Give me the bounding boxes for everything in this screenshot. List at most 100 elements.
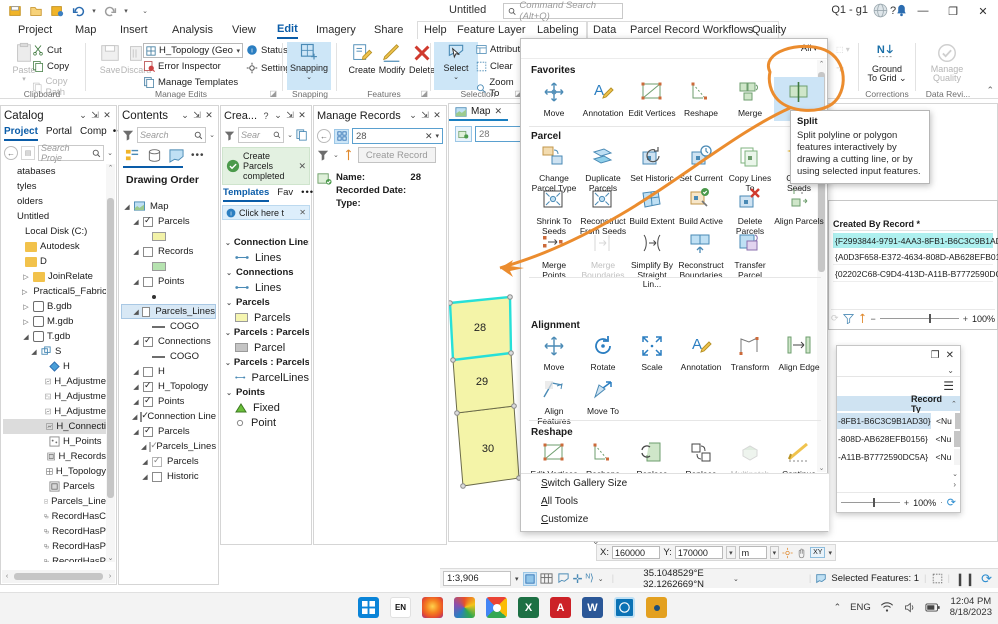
expand-arrow-icon[interactable]: ◢ — [132, 368, 140, 376]
y-input[interactable]: 170000 — [674, 546, 724, 559]
battery-icon[interactable] — [925, 601, 941, 614]
template-group-header[interactable]: ⌄ Connections — [223, 265, 309, 280]
table2-zoom-in-icon[interactable]: + — [904, 498, 909, 508]
table-row[interactable]: {F2993844-9791-4AA3-8FB1-B6C3C9B1AD30} — [833, 233, 998, 248]
catalog-tree-item[interactable]: H_Adjustme — [3, 404, 106, 419]
manage-templates-button[interactable]: Manage Templates — [143, 76, 238, 88]
attribute-table-2-close-icon[interactable]: ✕ — [946, 350, 954, 361]
list-by-data-source-icon[interactable] — [147, 148, 162, 163]
table-zoom-in-icon[interactable]: + — [963, 314, 968, 324]
catalog-close-icon[interactable]: ✕ — [101, 110, 113, 121]
catalog-hscroll-thumb[interactable] — [14, 573, 103, 580]
gallery-item-transfer-parcel[interactable]: Transfer Parcel — [725, 231, 775, 280]
attribute-table-2-scroll-down-icon[interactable]: ⌄ — [952, 470, 958, 478]
create-features-close-icon[interactable]: ✕ — [296, 110, 308, 121]
gallery-item-align-features[interactable]: Align Features — [529, 377, 579, 426]
topology-combo[interactable]: H_Topology (Geod ▾ — [143, 43, 243, 58]
table-row[interactable]: -A11B-B7772590DC5A} <Nu — [837, 449, 960, 465]
add-crosshair-icon[interactable]: ✛ — [573, 572, 583, 586]
manage-records-record-combo[interactable]: 28 ✕ ▾ — [352, 128, 443, 144]
restore-button[interactable]: ❐ — [938, 0, 968, 22]
template-group-header[interactable]: ⌄ Points — [223, 385, 309, 400]
contents-layer-item[interactable]: ◢ Connections — [121, 334, 216, 349]
contents-layer-item[interactable]: ◢ Points — [121, 274, 216, 289]
layer-checkbox[interactable] — [140, 410, 149, 422]
catalog-tree-item[interactable]: atabases — [3, 164, 106, 179]
catalog-tab-computer[interactable]: Comp — [80, 126, 107, 141]
layer-checkbox[interactable] — [143, 366, 153, 377]
filter-icon[interactable] — [317, 149, 329, 161]
expand-arrow-icon[interactable]: ◢ — [132, 278, 140, 286]
xy-mode-dropdown-icon[interactable]: ▾ — [828, 549, 832, 557]
gallery-scroll-up-icon[interactable]: ⌃ — [817, 60, 826, 68]
attribute-table-2-scroll-up-icon[interactable]: ⌃ — [951, 400, 960, 408]
manage-templates-panel-icon[interactable] — [296, 129, 308, 141]
catalog-tree-item[interactable]: H_Topology — [3, 464, 106, 479]
chrome-icon[interactable] — [486, 597, 507, 618]
wifi-icon[interactable] — [880, 600, 894, 614]
gallery-item-move-to[interactable]: Move To — [578, 377, 628, 417]
gallery-item-edit-vertices[interactable]: Edit Vertices — [627, 79, 677, 119]
catalog-scroll-right-icon[interactable]: › — [105, 573, 115, 580]
contents-search-input[interactable]: Search — [137, 127, 207, 143]
pan-hand-icon[interactable] — [796, 547, 807, 559]
table-row[interactable]: -808D-AB628EFB0156} <Nu — [837, 431, 960, 447]
template-item[interactable]: Lines — [223, 250, 309, 265]
chevron-down-icon[interactable]: ⌄ — [225, 329, 231, 337]
create-record-button[interactable]: Create Record — [357, 147, 436, 163]
gallery-filter-label[interactable]: All — [801, 43, 812, 54]
catalog-tab-project[interactable]: Project — [4, 126, 38, 141]
gallery-item-copy-lines-to[interactable]: Copy Lines To — [725, 144, 775, 193]
units-value[interactable]: m — [738, 546, 767, 559]
contents-more-icon[interactable]: ••• — [191, 150, 205, 161]
language-icon[interactable]: EN — [390, 597, 411, 618]
firefox-icon[interactable] — [422, 597, 443, 618]
redo-dropdown-icon[interactable]: ▾ — [122, 7, 130, 15]
customize-qat-icon[interactable]: ⌄ — [141, 7, 149, 15]
contents-close-icon[interactable]: ✕ — [203, 110, 215, 121]
grid-toggle-icon[interactable] — [539, 572, 553, 585]
copy-button[interactable]: Copy — [32, 60, 69, 72]
table2-zoom-slider[interactable] — [841, 498, 900, 507]
open-icon[interactable] — [27, 2, 45, 20]
catalog-search-dropdown-icon[interactable]: ⌄ — [107, 149, 113, 157]
catalog-tree-item[interactable]: Untitled — [3, 209, 106, 224]
gallery-item-build-active[interactable]: Build Active — [676, 187, 726, 227]
tray-expand-icon[interactable]: ⌃ — [834, 602, 842, 613]
tab-imagery[interactable]: Imagery — [316, 21, 356, 39]
ground-to-grid-button[interactable]: N Ground To Grid ⌄ — [863, 42, 911, 90]
contents-layer-item[interactable]: ◢ Points — [121, 394, 216, 409]
catalog-tree-item[interactable]: Parcels_Line — [3, 494, 106, 509]
map-tab[interactable]: Map ✕ — [449, 104, 508, 121]
manage-edits-dialog-launcher[interactable]: ◪ — [269, 89, 277, 98]
chevron-down-icon[interactable]: ⌄ — [225, 389, 233, 397]
template-group-header[interactable]: ⌄Parcels : Parcels_Lin — [223, 355, 309, 370]
template-item[interactable]: Lines — [223, 280, 309, 295]
edit-tools-gallery[interactable]: All ▾ ⌃ ⌄ Favorites Move A Annotation Ed… — [520, 38, 829, 532]
expand-arrow-icon[interactable]: ◢ — [141, 443, 146, 451]
gallery-item-annotation[interactable]: A Annotation — [578, 79, 628, 119]
list-by-selection-icon[interactable] — [169, 148, 184, 163]
expand-arrow-icon[interactable]: ◢ — [133, 308, 139, 316]
attribute-table-2-expand-icon[interactable]: ⌄ — [947, 366, 954, 375]
layer-checkbox[interactable] — [143, 380, 153, 392]
catalog-scroll-up-icon[interactable]: ⌃ — [106, 164, 115, 172]
contents-tree[interactable]: ◢ Map ◢ Parcels ◢ Records ◢ Points ◢ Parcels_Line… — [121, 199, 216, 582]
tab-insert[interactable]: Insert — [120, 21, 148, 39]
table-zoom-slider[interactable] — [879, 314, 959, 323]
catalog-scroll-thumb[interactable] — [107, 198, 114, 498]
gallery-filter-dropdown-icon[interactable]: ▾ — [813, 45, 817, 53]
filter-icon[interactable] — [224, 130, 235, 141]
sound-icon[interactable] — [903, 601, 916, 614]
coordinate-entry-bar[interactable]: X: 160000 Y: 170000 ▾ m ▾ XY ▾ — [596, 544, 836, 561]
table2-refresh-icon[interactable]: ⟳ — [947, 496, 956, 509]
contents-layer-item[interactable]: COGO — [121, 319, 216, 334]
close-button[interactable]: ✕ — [968, 0, 998, 22]
catalog-tree-item[interactable]: ▷ JoinRelate — [3, 269, 106, 284]
photos-icon[interactable] — [646, 597, 667, 618]
tab-analysis[interactable]: Analysis — [172, 21, 213, 39]
expand-arrow-icon[interactable]: ◢ — [132, 428, 140, 436]
catalog-tree-item[interactable]: Autodesk — [3, 239, 106, 254]
table-zoom-out-icon[interactable]: − — [871, 314, 876, 324]
catalog-tab-portal[interactable]: Portal — [46, 126, 72, 141]
